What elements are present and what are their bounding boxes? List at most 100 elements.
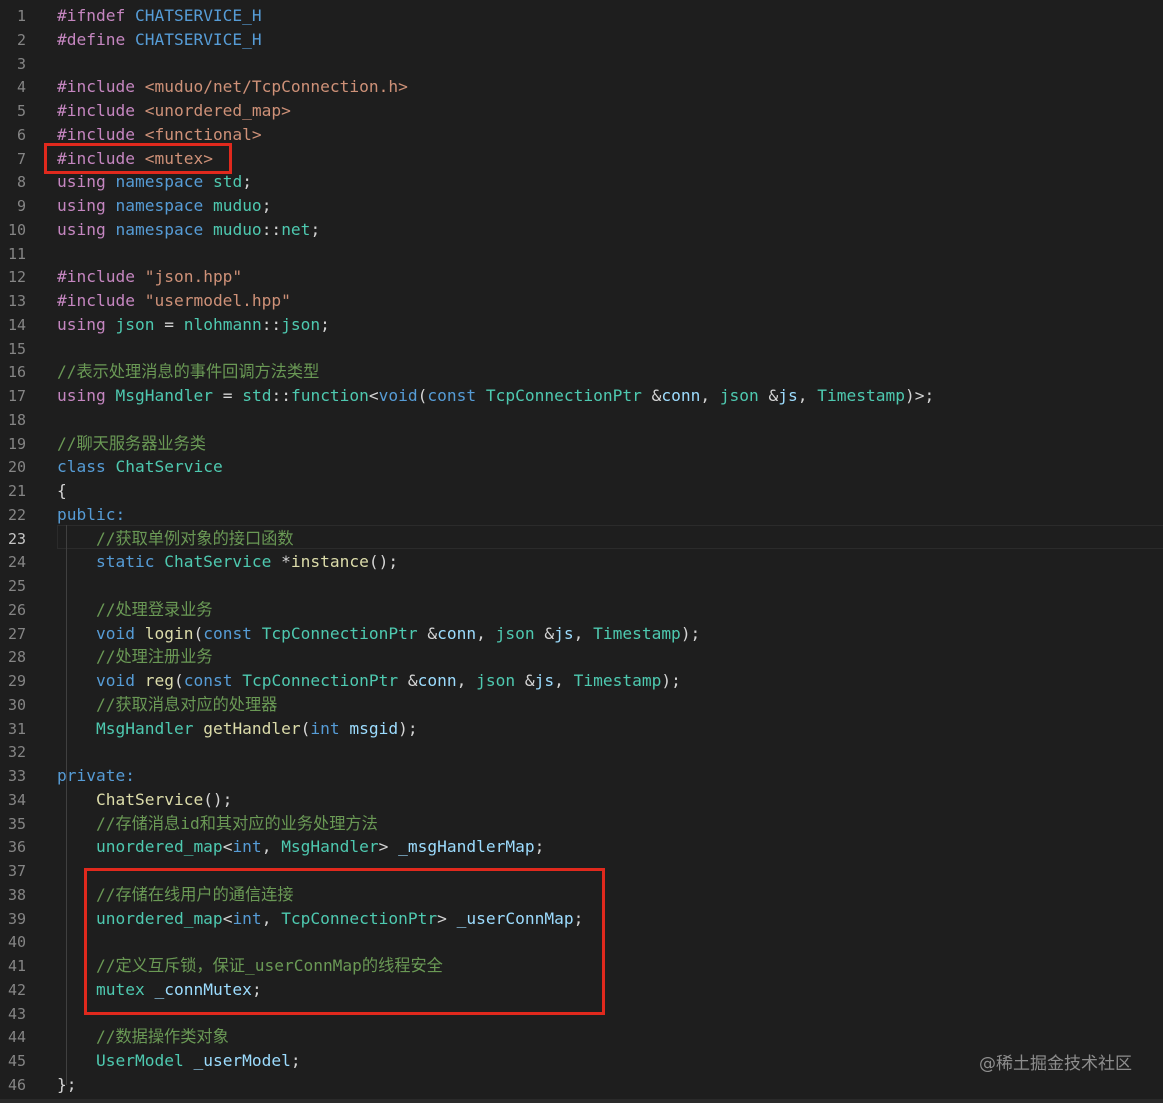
code-text: using json = nlohmann::json; [57, 313, 330, 337]
code-token: msgid [349, 718, 399, 738]
line-number: 10 [7, 220, 26, 239]
code-text: #define CHATSERVICE_H [57, 28, 262, 52]
code-token: MsgHandler [57, 718, 194, 738]
code-line[interactable]: 23 //获取单例对象的接口函数 [0, 524, 1163, 551]
code-token: ( [173, 671, 184, 690]
code-token: nlohmann [183, 314, 262, 334]
code-token: reg [144, 671, 174, 690]
code-token: #define [57, 29, 135, 49]
watermark: @稀土掘金技术社区 [979, 1054, 1132, 1074]
code-token: using [57, 196, 116, 215]
code-line[interactable]: 11 [0, 240, 1163, 264]
line-number: 40 [7, 933, 26, 952]
code-token: & [515, 671, 535, 690]
code-line[interactable]: 5 #include <unordered_map> [0, 97, 1163, 121]
code-token: json [281, 314, 321, 334]
line-number: 18 [7, 410, 26, 429]
line-number: 19 [7, 434, 26, 453]
code-line[interactable]: 18 [0, 406, 1163, 430]
code-line[interactable]: 30 //获取消息对应的处理器 [0, 691, 1163, 715]
code-line[interactable]: 24 static ChatService *instance(); [0, 548, 1163, 572]
code-text: using namespace muduo; [57, 194, 271, 218]
code-token: namespace [115, 172, 213, 192]
code-line[interactable]: 10 using namespace muduo::net; [0, 216, 1163, 240]
code-token: #include [57, 291, 145, 310]
line-number: 30 [7, 695, 26, 714]
code-line[interactable]: 16 //表示处理消息的事件回调方法类型 [0, 358, 1163, 382]
code-line[interactable]: 3 [0, 50, 1163, 74]
code-text: //获取消息对应的处理器 [57, 693, 277, 717]
code-token: //存储消息id和其对应的业务处理方法 [57, 813, 378, 833]
code-token: , [573, 623, 594, 643]
code-token: using [57, 219, 116, 239]
code-line[interactable]: 17 using MsgHandler = std::function<void(… [0, 382, 1163, 406]
code-line[interactable]: 31 MsgHandler getHandler(int msgid); [0, 715, 1163, 739]
code-line[interactable]: 26 //处理登录业务 [0, 596, 1163, 620]
code-text: #include "json.hpp" [57, 265, 242, 289]
code-line[interactable]: 20 class ChatService [0, 453, 1163, 477]
line-number: 35 [7, 814, 26, 833]
code-token: void [57, 623, 145, 643]
code-line[interactable]: 13 #include "usermodel.hpp" [0, 287, 1163, 311]
code-line[interactable]: 21 { [0, 477, 1163, 501]
code-editor[interactable]: 46};45 UserModel _userModel;44 //数据操作类对象… [0, 0, 1163, 1103]
line-number: 1 [16, 7, 26, 25]
code-line[interactable]: 19 //聊天服务器业务类 [0, 430, 1163, 454]
code-text: MsgHandler getHandler(int msgid); [57, 717, 418, 741]
code-token: Timestamp [817, 386, 906, 405]
code-token: private: [57, 766, 135, 785]
code-token: , [261, 837, 282, 857]
code-line[interactable]: 25 [0, 572, 1163, 596]
code-token: conn [437, 623, 477, 643]
code-line[interactable]: 35 //存储消息id和其对应的业务处理方法 [0, 810, 1163, 834]
code-token: //表示处理消息的事件回调方法类型 [57, 362, 320, 382]
code-text: //获取单例对象的接口函数 [57, 527, 294, 551]
code-line[interactable]: 2 #define CHATSERVICE_H [0, 26, 1163, 50]
code-text: ChatService(); [57, 788, 232, 812]
code-line[interactable]: 12 #include "json.hpp" [0, 263, 1163, 287]
code-token: const [427, 386, 486, 405]
code-token: :: [261, 219, 282, 239]
code-line[interactable]: 32 [0, 738, 1163, 762]
code-line[interactable]: 36 unordered_map<int, MsgHandler> _msgHa… [0, 833, 1163, 857]
code-token: #ifndef [57, 6, 135, 25]
code-line[interactable]: 44 //数据操作类对象 [0, 1023, 1163, 1047]
code-text: class ChatService [57, 455, 223, 479]
code-token: & [758, 386, 779, 405]
code-line[interactable]: 4 #include <muduo/net/TcpConnection.h> [0, 73, 1163, 97]
code-token: "usermodel.hpp" [144, 291, 291, 310]
code-line[interactable]: 9 using namespace muduo; [0, 192, 1163, 216]
code-text: //存储消息id和其对应的业务处理方法 [57, 812, 378, 836]
code-line[interactable]: 34 ChatService(); [0, 786, 1163, 810]
code-line[interactable]: 14 using json = nlohmann::json; [0, 311, 1163, 335]
code-text: unordered_map<int, MsgHandler> _msgHandl… [57, 835, 544, 859]
line-number: 8 [16, 173, 26, 192]
code-line[interactable]: 33 private: [0, 762, 1163, 786]
code-token: js [778, 386, 798, 405]
code-token: json [719, 386, 759, 405]
code-line[interactable]: 15 [0, 335, 1163, 359]
code-line[interactable]: 28 //处理注册业务 [0, 643, 1163, 667]
code-text: { [57, 479, 67, 503]
code-token: //聊天服务器业务类 [57, 433, 206, 453]
code-line[interactable]: 6 #include <functional> [0, 121, 1163, 145]
code-token: TcpConnectionPtr [261, 623, 418, 643]
code-token: _msgHandlerMap [398, 837, 535, 857]
code-token: :: [261, 314, 282, 334]
code-token: using [57, 314, 116, 334]
line-number: 34 [7, 790, 26, 809]
code-line[interactable]: 46}; [0, 1071, 1163, 1095]
line-number: 39 [7, 909, 26, 928]
code-token: { [57, 481, 67, 500]
code-line[interactable]: 22 public: [0, 501, 1163, 525]
code-text: #include "usermodel.hpp" [57, 289, 291, 313]
code-token: ( [300, 718, 311, 738]
code-token: ); [680, 623, 701, 643]
code-token: & [398, 671, 418, 690]
code-line[interactable]: 27 void login(const TcpConnectionPtr &co… [0, 620, 1163, 644]
code-line[interactable]: 29 void reg(const TcpConnectionPtr &conn… [0, 667, 1163, 691]
code-token: namespace [115, 219, 213, 239]
code-line[interactable]: 1 #ifndef CHATSERVICE_H [0, 2, 1163, 26]
line-number: 4 [16, 78, 26, 97]
